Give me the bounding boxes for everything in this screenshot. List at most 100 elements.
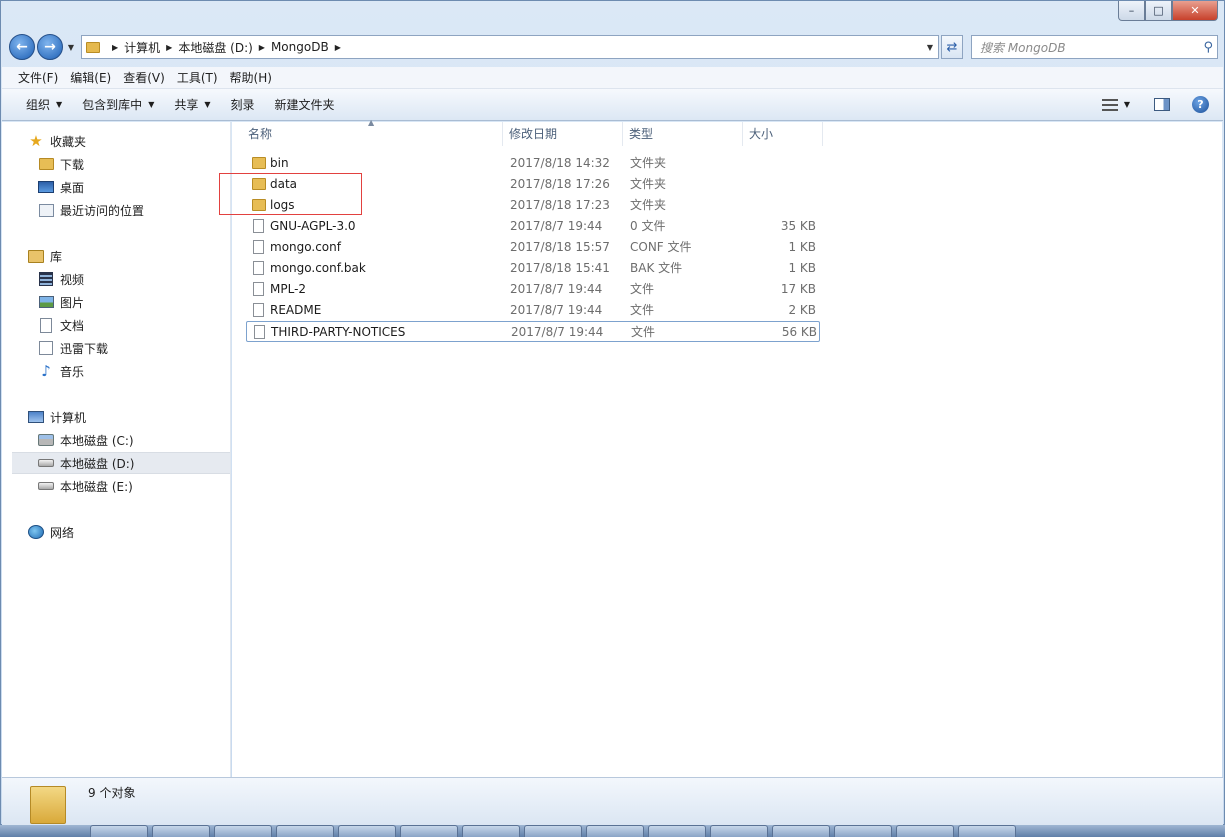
file-row-mpl2[interactable]: MPL-2 2017/8/7 19:44 文件 17 KB	[246, 279, 820, 300]
nav-label: 计算机	[50, 410, 87, 425]
address-bar[interactable]: ▶ 计算机 ▶ 本地磁盘 (D:) ▶ MongoDB ▶ ▼	[81, 35, 939, 59]
file-name: logs	[270, 198, 295, 212]
file-row-third-party-notices[interactable]: THIRD-PARTY-NOTICES 2017/8/7 19:44 文件 56…	[246, 321, 820, 342]
search-icon[interactable]: ⚲	[1203, 40, 1213, 55]
taskbar-button[interactable]	[710, 825, 768, 837]
search-input[interactable]: 搜索 MongoDB ⚲	[971, 35, 1218, 59]
taskbar-button[interactable]	[338, 825, 396, 837]
breadcrumb-mongodb[interactable]: MongoDB	[271, 40, 329, 54]
file-row-logs[interactable]: logs 2017/8/18 17:23 文件夹	[246, 195, 820, 216]
computer-icon	[28, 410, 44, 424]
nav-label: 本地磁盘 (E:)	[60, 479, 133, 494]
star-icon: ★	[29, 132, 43, 150]
file-row-gnu-agpl[interactable]: GNU-AGPL-3.0 2017/8/7 19:44 0 文件 35 KB	[246, 216, 820, 237]
nav-network[interactable]: 网络	[28, 521, 256, 543]
chevron-right-icon[interactable]: ▶	[259, 43, 265, 52]
file-row-data[interactable]: data 2017/8/18 17:26 文件夹	[246, 174, 820, 195]
command-bar: 组织 ▼ 包含到库中 ▼ 共享 ▼ 刻录 新建文件夹 ▼ ?	[2, 89, 1223, 121]
file-size	[746, 174, 816, 195]
menu-bar: 文件(F) 编辑(E) 查看(V) 工具(T) 帮助(H)	[2, 67, 1223, 89]
nav-item-drive-c[interactable]: 本地磁盘 (C:)	[38, 429, 230, 451]
folder-icon	[252, 199, 266, 211]
file-size	[746, 195, 816, 216]
nav-item-drive-e[interactable]: 本地磁盘 (E:)	[38, 475, 230, 497]
preview-pane-icon[interactable]	[1154, 98, 1170, 111]
taskbar-button[interactable]	[276, 825, 334, 837]
file-date: 2017/8/18 15:57	[510, 240, 610, 254]
taskbar-button[interactable]	[834, 825, 892, 837]
view-options-icon[interactable]	[1101, 98, 1118, 111]
breadcrumb-drive-d[interactable]: 本地磁盘 (D:)	[178, 39, 252, 56]
recent-pages-dropdown[interactable]: ▼	[65, 43, 77, 52]
menu-edit[interactable]: 编辑(E)	[64, 69, 117, 86]
chevron-right-icon[interactable]: ▶	[112, 43, 118, 52]
file-date: 2017/8/7 19:44	[511, 325, 604, 339]
minimize-button[interactable]: –	[1118, 1, 1145, 21]
column-date-modified[interactable]: 修改日期	[503, 122, 623, 146]
chevron-right-icon[interactable]: ▶	[335, 43, 341, 52]
nav-label: 本地磁盘 (D:)	[60, 456, 135, 471]
nav-computer[interactable]: 计算机	[28, 406, 256, 428]
view-dropdown-icon[interactable]: ▼	[1124, 100, 1130, 109]
taskbar-button[interactable]	[90, 825, 148, 837]
burn-button[interactable]: 刻录	[225, 96, 269, 113]
close-button[interactable]: ✕	[1172, 1, 1218, 21]
nav-label: 库	[50, 249, 63, 264]
file-type: CONF 文件	[630, 240, 692, 254]
column-name[interactable]: 名称	[242, 122, 503, 146]
file-icon	[253, 282, 264, 296]
include-in-library-button[interactable]: 包含到库中 ▼	[76, 96, 168, 113]
file-icon	[253, 219, 264, 233]
file-name: mongo.conf.bak	[270, 261, 366, 275]
file-row-mongo-conf-bak[interactable]: mongo.conf.bak 2017/8/18 15:41 BAK 文件 1 …	[246, 258, 820, 279]
taskbar-button[interactable]	[462, 825, 520, 837]
nav-libraries[interactable]: 库	[28, 245, 256, 267]
new-folder-button[interactable]: 新建文件夹	[269, 96, 349, 113]
organize-button[interactable]: 组织 ▼	[20, 96, 76, 113]
taskbar-button[interactable]	[214, 825, 272, 837]
forward-button[interactable]: →	[37, 34, 63, 60]
column-type[interactable]: 类型	[623, 122, 743, 146]
nav-label: 收藏夹	[50, 134, 87, 149]
file-row-readme[interactable]: README 2017/8/7 19:44 文件 2 KB	[246, 300, 820, 321]
breadcrumb-computer[interactable]: 计算机	[124, 39, 160, 56]
chevron-right-icon[interactable]: ▶	[166, 43, 172, 52]
taskbar-button[interactable]	[772, 825, 830, 837]
drive-icon	[38, 456, 54, 470]
nav-item-drive-d[interactable]: 本地磁盘 (D:)	[12, 452, 230, 474]
system-drive-icon	[38, 433, 54, 447]
nav-label: 音乐	[60, 364, 85, 379]
folder-icon	[86, 41, 100, 53]
file-type: BAK 文件	[630, 261, 683, 275]
file-row-bin[interactable]: bin 2017/8/18 14:32 文件夹	[246, 153, 820, 174]
taskbar-button[interactable]	[400, 825, 458, 837]
help-icon[interactable]: ?	[1192, 96, 1209, 113]
xunlei-download-icon	[38, 341, 54, 355]
menu-view[interactable]: 查看(V)	[117, 69, 171, 86]
share-label: 共享	[174, 98, 199, 112]
share-button[interactable]: 共享 ▼	[168, 96, 224, 113]
file-size	[746, 153, 816, 174]
taskbar-button[interactable]	[524, 825, 582, 837]
maximize-button[interactable]: □	[1145, 1, 1172, 21]
taskbar-button[interactable]	[958, 825, 1016, 837]
search-placeholder: 搜索 MongoDB	[980, 40, 1066, 55]
menu-file[interactable]: 文件(F)	[12, 69, 64, 86]
taskbar-button[interactable]	[152, 825, 210, 837]
taskbar-button[interactable]	[648, 825, 706, 837]
taskbar-button[interactable]	[586, 825, 644, 837]
back-button[interactable]: ←	[9, 34, 35, 60]
nav-label: 迅雷下载	[60, 341, 109, 356]
taskbar-button[interactable]	[896, 825, 954, 837]
menu-help[interactable]: 帮助(H)	[224, 69, 278, 86]
address-dropdown-icon[interactable]: ▼	[922, 43, 938, 52]
nav-favorites[interactable]: ★ 收藏夹	[28, 130, 256, 152]
column-size[interactable]: 大小	[743, 122, 823, 146]
file-row-mongo-conf[interactable]: mongo.conf 2017/8/18 15:57 CONF 文件 1 KB	[246, 237, 820, 258]
new-folder-label: 新建文件夹	[274, 98, 335, 112]
menu-tools[interactable]: 工具(T)	[171, 69, 224, 86]
refresh-button[interactable]: ⇄	[941, 35, 963, 59]
file-list: ▲ 名称 修改日期 类型 大小 bin 2017/8/18 14:32 文件夹 …	[232, 118, 1222, 777]
folder-icon	[30, 786, 66, 824]
file-name: mongo.conf	[270, 240, 341, 254]
